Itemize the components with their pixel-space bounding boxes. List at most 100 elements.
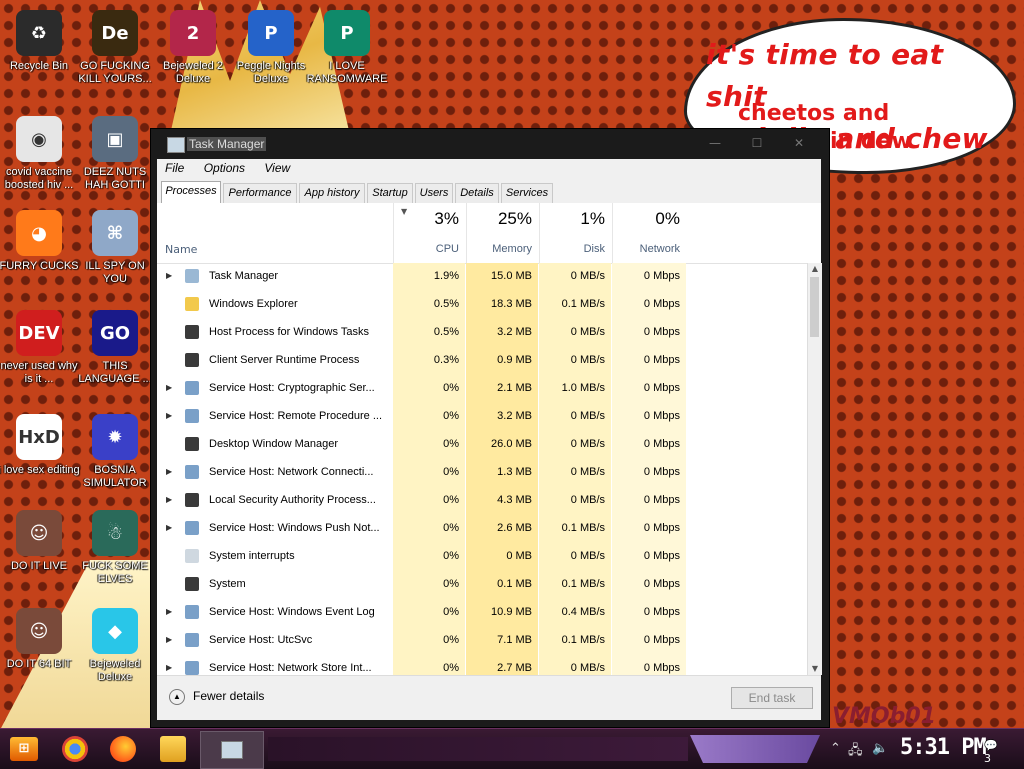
fewer-details-button[interactable]: ▲ Fewer details	[169, 689, 264, 705]
file-explorer-taskbar-icon[interactable]	[160, 736, 186, 762]
firefox-taskbar-icon[interactable]	[110, 736, 136, 762]
expand-arrow-icon[interactable]: ▶	[166, 663, 172, 672]
process-icon	[185, 661, 199, 675]
column-name[interactable]: Name	[165, 243, 197, 256]
process-name: Service Host: Windows Event Log	[209, 606, 375, 618]
end-task-button[interactable]: End task	[731, 687, 813, 709]
process-row[interactable]: Desktop Window Manager 0% 26.0 MB 0 MB/s 0 M…	[157, 431, 807, 459]
peggle-icon: P	[248, 10, 294, 56]
process-row[interactable]: ▶ Service Host: Network Connecti... 0% 1.3 …	[157, 459, 807, 487]
menu-file[interactable]: File	[157, 159, 192, 175]
process-row[interactable]: Windows Explorer 0.5% 18.3 MB 0.1 MB/s 0 Mbp…	[157, 291, 807, 319]
process-disk: 0.1 MB/s	[561, 578, 605, 590]
tab-services[interactable]: Services	[501, 183, 553, 203]
desktop-icon[interactable]: ♻ Recycle Bin	[0, 10, 81, 73]
task-manager-taskbar-button[interactable]	[200, 731, 264, 769]
desktop-icon[interactable]: DEV never used why is it ...	[0, 310, 81, 386]
process-row[interactable]: System interrupts 0% 0 MB 0 MB/s 0 Mbps	[157, 543, 807, 571]
expand-arrow-icon[interactable]: ▶	[166, 411, 172, 420]
devcpp-icon: DEV	[16, 310, 62, 356]
desktop-icon[interactable]: GO THIS LANGUAGE ...	[73, 310, 157, 386]
process-icon	[185, 605, 199, 619]
desktop-icon[interactable]: HxD i love sex editing	[0, 414, 81, 477]
tab-processes[interactable]: Processes	[161, 181, 221, 204]
process-row[interactable]: ▶ Service Host: Network Store Int... 0% 2.7…	[157, 655, 807, 675]
process-row[interactable]: Client Server Runtime Process 0.3% 0.9 MB 0…	[157, 347, 807, 375]
process-memory: 0.9 MB	[497, 354, 532, 366]
task-manager-window[interactable]: Task Manager — ☐ ✕ File Options View Pro…	[150, 128, 830, 728]
tab-performance[interactable]: Performance	[223, 183, 297, 203]
taskbar-clock[interactable]: 5:31 PM	[900, 735, 987, 760]
desktop-icon[interactable]: ☃ FUCK SOME ELVES	[73, 510, 157, 586]
expand-arrow-icon[interactable]: ▶	[166, 523, 172, 532]
minimize-button[interactable]: —	[699, 133, 731, 153]
desktop-icon[interactable]: ⌘ ILL SPY ON YOU	[73, 210, 157, 286]
desktop-icon[interactable]: ▣ DEEZ NUTS HAH GOTTI	[73, 116, 157, 192]
menu-options[interactable]: Options	[196, 159, 253, 175]
notification-center-icon[interactable]: 💬3	[984, 739, 1002, 765]
maximize-button[interactable]: ☐	[741, 133, 773, 153]
column-network[interactable]: 0% Network	[612, 203, 687, 263]
desktop-icon[interactable]: ◕ FURRY CUCKS	[0, 210, 81, 273]
desktop-icon-label: DO IT 64 BIT	[6, 658, 72, 670]
scroll-down-arrow-icon[interactable]: ▼	[808, 663, 822, 675]
footer-bar: ▲ Fewer details End task	[157, 675, 821, 720]
process-row[interactable]: ▶ Service Host: Cryptographic Ser... 0% 2.1…	[157, 375, 807, 403]
expand-arrow-icon[interactable]: ▶	[166, 271, 172, 280]
desktop-icon[interactable]: 2 Bejeweled 2 Deluxe	[151, 10, 235, 86]
process-disk: 0 MB/s	[570, 438, 605, 450]
process-row[interactable]: ▶ Task Manager 1.9% 15.0 MB 0 MB/s 0 Mbps	[157, 263, 807, 291]
desktop-icon[interactable]: De GO FUCKING KILL YOURS...	[73, 10, 157, 86]
expand-arrow-icon[interactable]: ▶	[166, 383, 172, 392]
network-tray-icon[interactable]: 🖧	[848, 741, 863, 763]
start-button[interactable]: ⊞	[10, 737, 38, 761]
process-row[interactable]: ▶ Service Host: Windows Push Not... 0% 2.6 …	[157, 515, 807, 543]
desktop-icon-label: DEEZ NUTS HAH GOTTI	[83, 166, 147, 191]
close-button[interactable]: ✕	[783, 133, 815, 153]
process-row[interactable]: ▶ Service Host: Windows Event Log 0% 10.9 M…	[157, 599, 807, 627]
expand-arrow-icon[interactable]: ▶	[166, 607, 172, 616]
tab-details[interactable]: Details	[455, 183, 499, 203]
process-name: Local Security Authority Process...	[209, 494, 376, 506]
expand-arrow-icon[interactable]: ▶	[166, 635, 172, 644]
title-bar[interactable]: Task Manager — ☐ ✕	[151, 129, 829, 159]
expand-arrow-icon[interactable]: ▶	[166, 495, 172, 504]
network-label: Network	[639, 243, 680, 255]
process-cpu: 0%	[443, 662, 459, 674]
expand-arrow-icon[interactable]: ▶	[166, 467, 172, 476]
desktop-icon[interactable]: P I LOVE RANSOMWARE	[305, 10, 389, 86]
process-network: 0 Mbps	[643, 326, 680, 338]
desktop-icon[interactable]: ◆ Bejeweled Deluxe	[73, 608, 157, 684]
process-disk: 0 MB/s	[570, 410, 605, 422]
menu-view[interactable]: View	[256, 159, 298, 175]
process-cpu: 0%	[443, 382, 459, 394]
process-row[interactable]: System 0% 0.1 MB 0.1 MB/s 0 Mbps	[157, 571, 807, 599]
column-memory[interactable]: 25% Memory	[466, 203, 539, 263]
volume-tray-icon[interactable]: 🔈	[872, 741, 888, 756]
firefox-icon: ◕	[16, 210, 62, 256]
vertical-scrollbar[interactable]: ▲ ▼	[807, 263, 822, 675]
desktop-icon[interactable]: ✹ BOSNIA SIMULATOR	[73, 414, 157, 490]
desktop-icon[interactable]: P Peggle Nights Deluxe	[229, 10, 313, 86]
chrome-taskbar-icon[interactable]	[62, 736, 88, 762]
desktop-icon[interactable]: ◉ covid vaccine boosted hiv ...	[0, 116, 81, 192]
column-cpu[interactable]: 3% CPU	[393, 203, 466, 263]
scroll-up-arrow-icon[interactable]: ▲	[808, 263, 822, 275]
tab-app-history[interactable]: App history	[299, 183, 365, 203]
process-disk: 0 MB/s	[570, 354, 605, 366]
process-list[interactable]: ▶ Task Manager 1.9% 15.0 MB 0 MB/s 0 Mbps Wind…	[157, 263, 807, 675]
process-row[interactable]: ▶ Local Security Authority Process... 0% 4.…	[157, 487, 807, 515]
publisher-icon: P	[324, 10, 370, 56]
tab-startup[interactable]: Startup	[367, 183, 413, 203]
desktop-icon[interactable]: ☺ DO IT LIVE	[0, 510, 81, 573]
process-icon	[185, 325, 199, 339]
desktop-icon-label: THIS LANGUAGE ...	[78, 360, 152, 385]
scrollbar-thumb[interactable]	[810, 277, 819, 337]
chevron-up-tray-icon[interactable]: ⌃	[830, 741, 841, 756]
process-row[interactable]: Host Process for Windows Tasks 0.5% 3.2 MB…	[157, 319, 807, 347]
process-row[interactable]: ▶ Service Host: UtcSvc 0% 7.1 MB 0.1 MB/s 0 M…	[157, 627, 807, 655]
desktop-icon[interactable]: ☺ DO IT 64 BIT	[0, 608, 81, 671]
column-disk[interactable]: 1% Disk	[539, 203, 612, 263]
process-row[interactable]: ▶ Service Host: Remote Procedure ... 0% 3.2…	[157, 403, 807, 431]
tab-users[interactable]: Users	[415, 183, 453, 203]
